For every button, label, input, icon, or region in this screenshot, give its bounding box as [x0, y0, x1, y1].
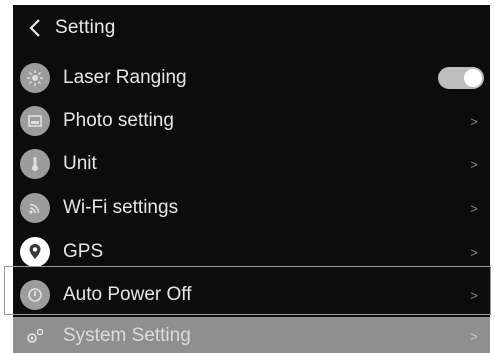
- power-icon: [20, 280, 50, 310]
- settings-row-label: Photo setting: [63, 110, 174, 131]
- settings-row-wifi[interactable]: Wi-Fi settings >: [13, 186, 490, 230]
- settings-row-label: System Setting: [63, 325, 191, 346]
- back-chevron-icon: [29, 19, 40, 37]
- laser-ranging-toggle[interactable]: [438, 67, 484, 89]
- settings-row-label: GPS: [63, 241, 104, 262]
- page-title: Setting: [55, 17, 116, 38]
- gear-icon: [20, 321, 50, 351]
- thermometer-icon: [20, 149, 50, 179]
- settings-row-system-setting[interactable]: System Setting >: [13, 317, 490, 353]
- header-bar: Setting: [13, 5, 490, 51]
- settings-row-label: Auto Power Off: [63, 284, 192, 305]
- settings-row-label: Unit: [63, 153, 97, 174]
- settings-screen: Setting Laser Ranging Photo setting > Un…: [13, 5, 490, 353]
- settings-row-label: Wi-Fi settings: [63, 197, 179, 218]
- settings-row-photo-setting[interactable]: Photo setting >: [13, 99, 490, 143]
- settings-row-label: Laser Ranging: [63, 67, 187, 88]
- back-button[interactable]: [15, 5, 55, 51]
- photo-icon: [20, 106, 50, 136]
- chevron-right-icon: >: [470, 200, 478, 216]
- chevron-right-icon: >: [470, 287, 478, 303]
- chevron-right-icon: >: [470, 244, 478, 260]
- toggle-knob: [464, 69, 482, 87]
- wifi-icon: [20, 193, 50, 223]
- settings-row-auto-power-off[interactable]: Auto Power Off >: [13, 273, 490, 317]
- settings-row-unit[interactable]: Unit >: [13, 142, 490, 186]
- chevron-right-icon: >: [470, 328, 478, 344]
- laser-icon: [20, 63, 50, 93]
- chevron-right-icon: >: [470, 156, 478, 172]
- chevron-right-icon: >: [470, 113, 478, 129]
- settings-row-laser-ranging[interactable]: Laser Ranging: [13, 56, 490, 100]
- settings-row-gps[interactable]: GPS >: [13, 230, 490, 274]
- location-pin-icon: [20, 237, 50, 267]
